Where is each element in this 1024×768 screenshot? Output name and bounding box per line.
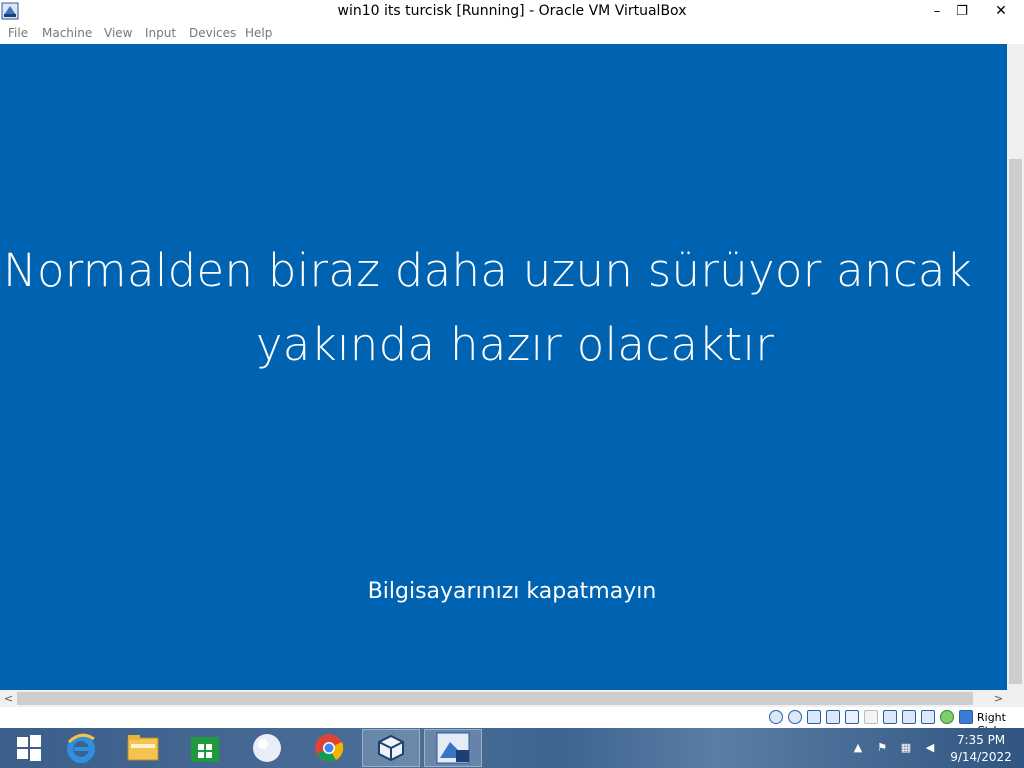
title-bar[interactable]: win10 its turcisk [Running] - Oracle VM … [0, 0, 1024, 24]
taskbar-vm-window[interactable] [424, 729, 482, 767]
volume-muted-icon[interactable]: ◀ [923, 740, 937, 754]
taskbar-store[interactable] [176, 729, 234, 767]
chrome-icon [315, 734, 344, 762]
network-icon[interactable] [826, 710, 840, 724]
update-warning-text: Bilgisayarınızı kapatmayın [367, 579, 657, 604]
screen: win10 its turcisk [Running] - Oracle VM … [0, 0, 1024, 768]
taskbar-internet-explorer[interactable] [52, 729, 110, 767]
action-center-flag-icon[interactable]: ⚑ [875, 740, 889, 754]
usb-icon[interactable] [845, 710, 859, 724]
vm-window-icon [436, 732, 470, 764]
taskbar-virtualbox[interactable] [362, 729, 420, 767]
window-title: win10 its turcisk [Running] - Oracle VM … [337, 3, 687, 19]
scroll-right-arrow-icon[interactable]: > [990, 690, 1007, 707]
menu-help[interactable]: Help [245, 26, 272, 40]
minimize-icon: – [933, 3, 941, 19]
menu-devices[interactable]: Devices [189, 26, 236, 40]
menu-bar: File Machine View Input Devices Help [0, 24, 1024, 44]
keyboard-capture-icon[interactable] [959, 710, 973, 724]
show-hidden-icons-icon[interactable]: ▲ [851, 740, 865, 754]
file-explorer-icon [127, 735, 159, 761]
cpu-icon[interactable] [921, 710, 935, 724]
scroll-left-arrow-icon[interactable]: < [0, 690, 17, 707]
windows-start-icon [17, 735, 41, 761]
audio-icon[interactable] [807, 710, 821, 724]
recording-icon[interactable] [902, 710, 916, 724]
taskbar-file-explorer[interactable] [114, 729, 172, 767]
vm-status-bar: Right Ctrl [0, 707, 1024, 737]
menu-view[interactable]: View [104, 26, 132, 40]
update-headline-line1: Normalden biraz daha uzun sürüyor ancak [3, 244, 973, 297]
restore-icon: ❐ [956, 3, 968, 19]
taskbar-chrome[interactable] [300, 729, 358, 767]
shared-folders-icon[interactable] [864, 710, 878, 724]
taskbar-clock-date[interactable]: 9/14/2022 [948, 750, 1014, 764]
horizontal-scroll-thumb[interactable] [17, 692, 973, 705]
taskbar-app-orb[interactable] [238, 729, 296, 767]
virtualbox-icon [378, 734, 404, 762]
restore-button[interactable]: ❐ [945, 0, 979, 22]
store-icon [191, 737, 219, 762]
app-orb-icon [253, 734, 281, 762]
close-button[interactable]: ✕ [978, 0, 1024, 22]
guest-display[interactable]: Normalden biraz daha uzun sürüyor ancak … [0, 44, 1007, 690]
mouse-integration-icon[interactable] [940, 710, 954, 724]
menu-machine[interactable]: Machine [42, 26, 92, 40]
optical-drive-icon[interactable] [788, 710, 802, 724]
vertical-scrollbar[interactable] [1007, 44, 1024, 690]
menu-input[interactable]: Input [145, 26, 176, 40]
network-tray-icon[interactable]: ▦ [899, 740, 913, 754]
start-button[interactable] [0, 729, 58, 767]
close-icon: ✕ [995, 3, 1007, 19]
host-taskbar: ▲ ⚑ ▦ ◀ [0, 728, 1024, 768]
vertical-scroll-thumb[interactable] [1009, 159, 1022, 684]
internet-explorer-icon [67, 733, 95, 763]
update-headline-line2: yakında hazır olacaktır [255, 318, 775, 371]
taskbar-clock-time[interactable]: 7:35 PM [953, 733, 1009, 747]
display-icon[interactable] [883, 710, 897, 724]
hard-disk-icon[interactable] [769, 710, 783, 724]
menu-file[interactable]: File [8, 26, 28, 40]
horizontal-scrollbar[interactable]: < > [0, 690, 1024, 707]
